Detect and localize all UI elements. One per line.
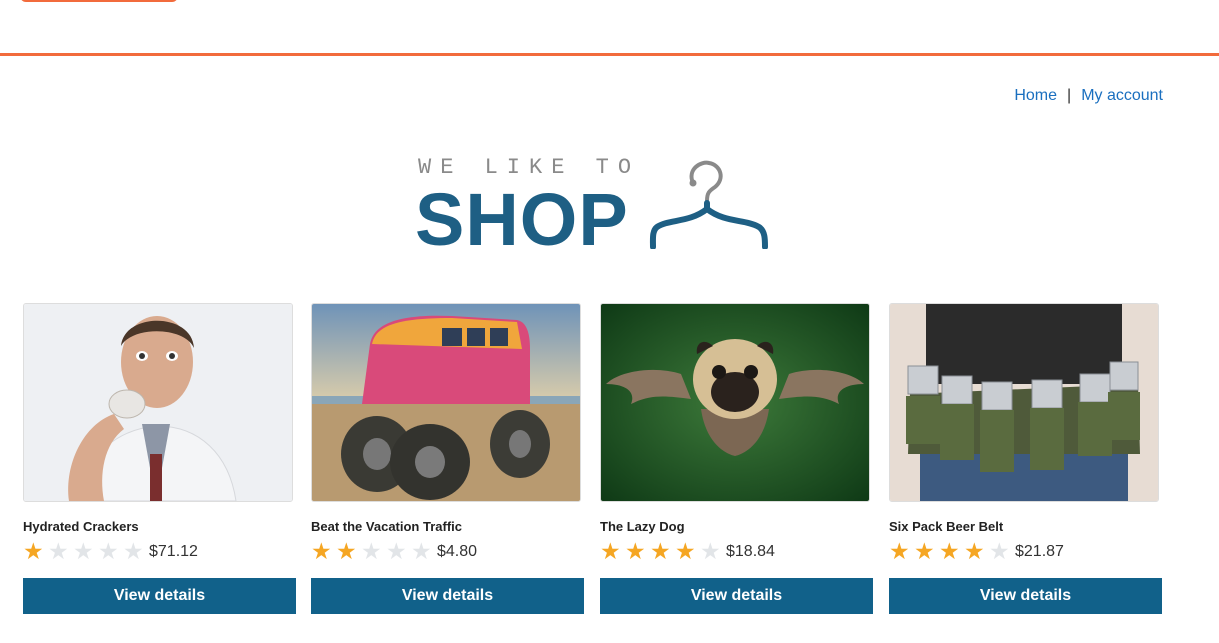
star-filled-icon: ★: [675, 539, 696, 565]
star-filled-icon: ★: [964, 539, 985, 565]
product-name: Six Pack Beer Belt: [889, 519, 1004, 534]
product-price: $4.80: [437, 543, 478, 560]
top-nav: Home | My account: [1014, 87, 1163, 105]
product-rating: ★ ★ ★ ★ ★ $18.84: [600, 540, 874, 564]
banner-title: SHOP: [415, 178, 629, 261]
product-card: The Lazy Dog ★ ★ ★ ★ ★ $18.84 View details: [600, 303, 874, 614]
nav-my-account-link[interactable]: My account: [1081, 87, 1163, 104]
nav-home-link[interactable]: Home: [1014, 87, 1057, 104]
product-card: Beat the Vacation Traffic ★ ★ ★ ★ ★ $4.80 Vie…: [311, 303, 585, 614]
product-price: $18.84: [726, 543, 775, 560]
product-card: Six Pack Beer Belt ★ ★ ★ ★ ★ $21.87 View deta…: [889, 303, 1163, 614]
product-image-vacation-traffic[interactable]: [311, 303, 581, 502]
star-filled-icon: ★: [23, 539, 44, 565]
shop-banner: WE LIKE TO SHOP: [415, 155, 775, 261]
star-empty-icon: ★: [98, 539, 119, 565]
star-filled-icon: ★: [889, 539, 910, 565]
product-name: Hydrated Crackers: [23, 519, 139, 534]
header-divider: [0, 53, 1219, 56]
star-filled-icon: ★: [650, 539, 671, 565]
product-card: Hydrated Crackers ★ ★ ★ ★ ★ $71.12 View detai…: [23, 303, 297, 614]
product-rating: ★ ★ ★ ★ ★ $71.12: [23, 540, 297, 564]
view-details-button[interactable]: View details: [600, 578, 873, 614]
hanger-icon: [649, 160, 768, 249]
star-empty-icon: ★: [123, 539, 144, 565]
site-logo-fragment[interactable]: [20, 0, 178, 2]
star-empty-icon: ★: [411, 539, 432, 565]
product-image-lazy-dog[interactable]: [600, 303, 870, 502]
product-rating: ★ ★ ★ ★ ★ $4.80: [311, 540, 585, 564]
star-filled-icon: ★: [336, 539, 357, 565]
star-empty-icon: ★: [73, 539, 94, 565]
star-filled-icon: ★: [625, 539, 646, 565]
star-empty-icon: ★: [989, 539, 1010, 565]
star-empty-icon: ★: [361, 539, 382, 565]
product-rating: ★ ★ ★ ★ ★ $21.87: [889, 540, 1163, 564]
star-filled-icon: ★: [600, 539, 621, 565]
view-details-button[interactable]: View details: [889, 578, 1162, 614]
product-name: Beat the Vacation Traffic: [311, 519, 462, 534]
product-price: $21.87: [1015, 543, 1064, 560]
star-filled-icon: ★: [914, 539, 935, 565]
view-details-button[interactable]: View details: [311, 578, 584, 614]
star-empty-icon: ★: [700, 539, 721, 565]
product-image-beer-belt[interactable]: [889, 303, 1159, 502]
nav-separator: |: [1067, 87, 1072, 104]
view-details-button[interactable]: View details: [23, 578, 296, 614]
star-filled-icon: ★: [939, 539, 960, 565]
star-empty-icon: ★: [386, 539, 407, 565]
product-image-hydrated-crackers[interactable]: [23, 303, 293, 502]
product-name: The Lazy Dog: [600, 519, 685, 534]
star-empty-icon: ★: [48, 539, 69, 565]
star-filled-icon: ★: [311, 539, 332, 565]
product-price: $71.12: [149, 543, 198, 560]
